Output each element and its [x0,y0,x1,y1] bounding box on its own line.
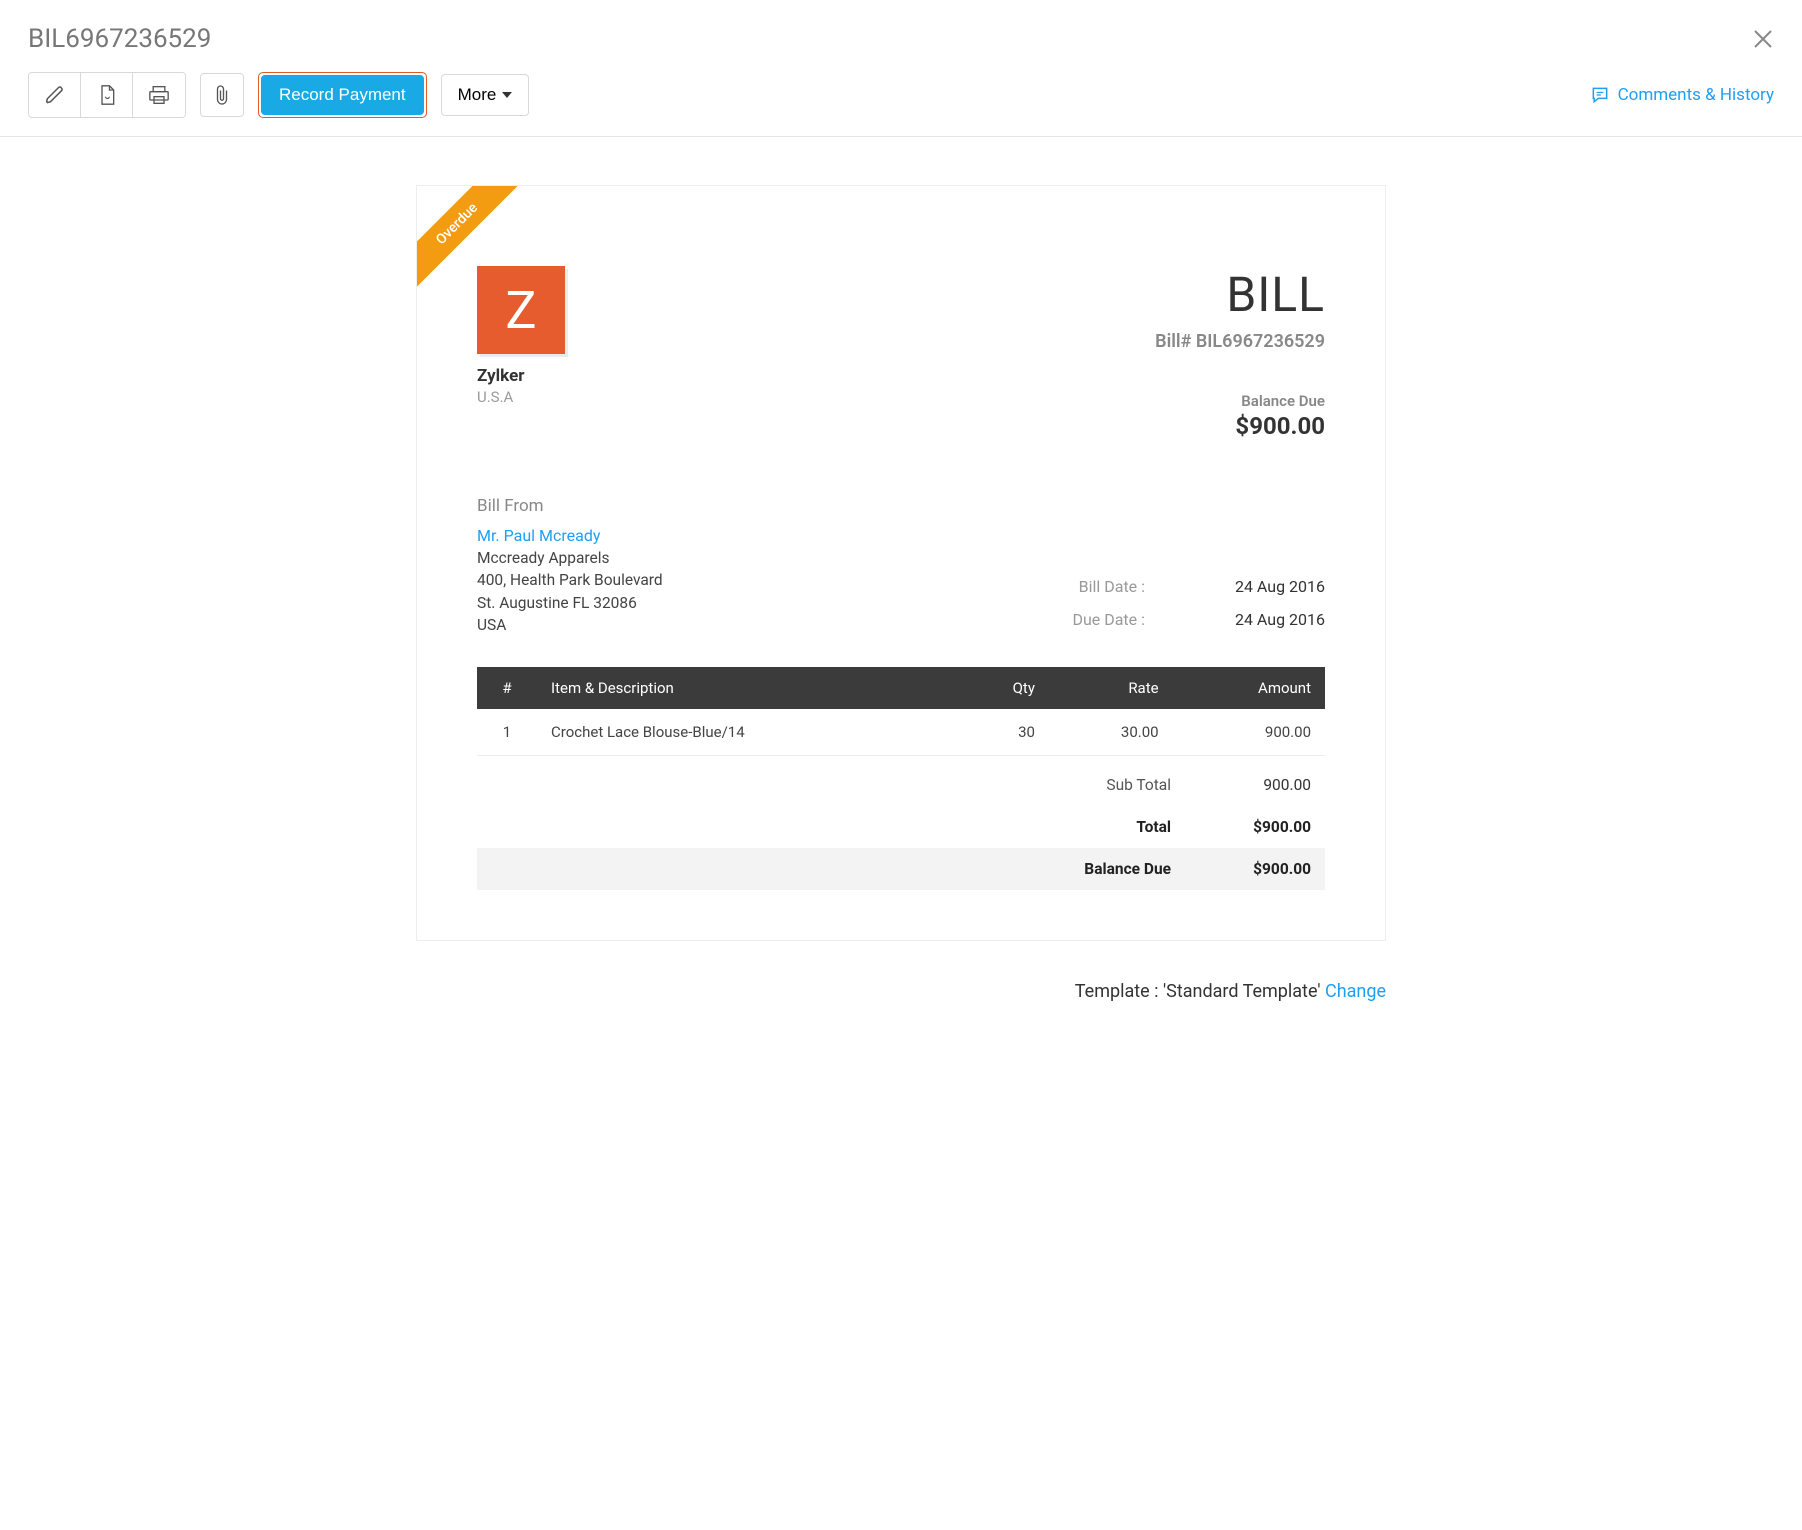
close-button[interactable] [1752,28,1774,50]
balance-due-amount: $900.00 [1155,412,1325,440]
col-header-qty: Qty [954,667,1049,709]
page-title: BIL6967236529 [28,24,211,54]
dates-block: Bill Date : 24 Aug 2016 Due Date : 24 Au… [1045,570,1325,637]
pdf-file-icon [97,84,117,106]
company-logo: Z [477,266,565,354]
paperclip-icon [213,84,231,106]
header-bar: BIL6967236529 [0,0,1802,72]
attachment-button[interactable] [200,73,244,117]
record-payment-highlight: Record Payment [258,72,427,118]
content-area: Overdue Z Zylker U.S.A BILL Bill# BIL696… [0,137,1802,1032]
template-footer: Template : 'Standard Template' Change [416,981,1386,1002]
pdf-button[interactable] [81,73,133,117]
table-row: 1 Crochet Lace Blouse-Blue/14 30 30.00 9… [477,709,1325,756]
subtotal-row: Sub Total 900.00 [477,764,1325,806]
action-button-group [28,72,186,118]
total-row: Total $900.00 [477,806,1325,848]
bill-inner: Z Zylker U.S.A BILL Bill# BIL6967236529 … [417,186,1385,890]
bill-date-label: Bill Date : [1045,570,1145,604]
edit-button[interactable] [29,73,81,117]
comment-icon [1590,85,1610,105]
bill-document: Overdue Z Zylker U.S.A BILL Bill# BIL696… [416,185,1386,941]
bill-from-block: Bill From Mr. Paul Mcready Mccready Appa… [477,496,663,637]
col-header-amount: Amount [1173,667,1325,709]
address-line-2: 400, Health Park Boulevard [477,569,663,591]
more-button[interactable]: More [441,74,530,116]
cell-rate: 30.00 [1049,709,1173,756]
template-name: 'Standard Template' [1163,981,1321,1002]
bill-number: Bill# BIL6967236529 [1155,331,1325,352]
total-value: $900.00 [1171,818,1311,836]
balance-due-label: Balance Due [1155,392,1325,410]
caret-down-icon [502,92,512,98]
bill-title: BILL [1155,266,1325,323]
pencil-icon [45,85,65,105]
balance-due-row: Balance Due $900.00 [477,848,1325,890]
print-button[interactable] [133,73,185,117]
toolbar-left: Record Payment More [28,72,529,118]
subtotal-label: Sub Total [871,776,1171,794]
address-line-1: Mccready Apparels [477,547,663,569]
bill-from-label: Bill From [477,496,663,516]
total-label: Total [871,818,1171,836]
record-payment-button[interactable]: Record Payment [261,75,424,115]
bill-date-row: Bill Date : 24 Aug 2016 [1045,570,1325,604]
col-header-desc: Item & Description [537,667,954,709]
due-date-label: Due Date : [1045,603,1145,637]
items-header-row: # Item & Description Qty Rate Amount [477,667,1325,709]
col-header-rate: Rate [1049,667,1173,709]
vendor-name-link[interactable]: Mr. Paul Mcready [477,526,663,545]
more-button-label: More [458,85,497,105]
bill-date-value: 24 Aug 2016 [1215,570,1325,604]
totals-block: Sub Total 900.00 Total $900.00 Balance D… [477,764,1325,890]
totals-balance-due-label: Balance Due [871,860,1171,878]
change-template-link[interactable]: Change [1325,981,1386,1002]
subtotal-value: 900.00 [1171,776,1311,794]
due-date-row: Due Date : 24 Aug 2016 [1045,603,1325,637]
due-date-value: 24 Aug 2016 [1215,603,1325,637]
totals-balance-due-value: $900.00 [1171,860,1311,878]
address-line-3: St. Augustine FL 32086 [477,592,663,614]
cell-amount: 900.00 [1173,709,1325,756]
col-header-num: # [477,667,537,709]
bill-header-row: Z Zylker U.S.A BILL Bill# BIL6967236529 … [477,266,1325,440]
close-icon [1752,28,1774,50]
company-location: U.S.A [477,388,565,406]
cell-desc: Crochet Lace Blouse-Blue/14 [537,709,954,756]
address-line-4: USA [477,614,663,636]
toolbar: Record Payment More Comments & History [0,72,1802,137]
template-prefix: Template : [1075,981,1163,1002]
bill-mid-row: Bill From Mr. Paul Mcready Mccready Appa… [477,496,1325,637]
items-table: # Item & Description Qty Rate Amount 1 C… [477,667,1325,756]
company-name: Zylker [477,366,565,386]
cell-num: 1 [477,709,537,756]
bill-title-block: BILL Bill# BIL6967236529 Balance Due $90… [1155,266,1325,440]
comments-history-link[interactable]: Comments & History [1590,85,1774,105]
printer-icon [148,85,170,105]
comments-history-label: Comments & History [1618,85,1774,105]
cell-qty: 30 [954,709,1049,756]
company-block: Z Zylker U.S.A [477,266,565,406]
